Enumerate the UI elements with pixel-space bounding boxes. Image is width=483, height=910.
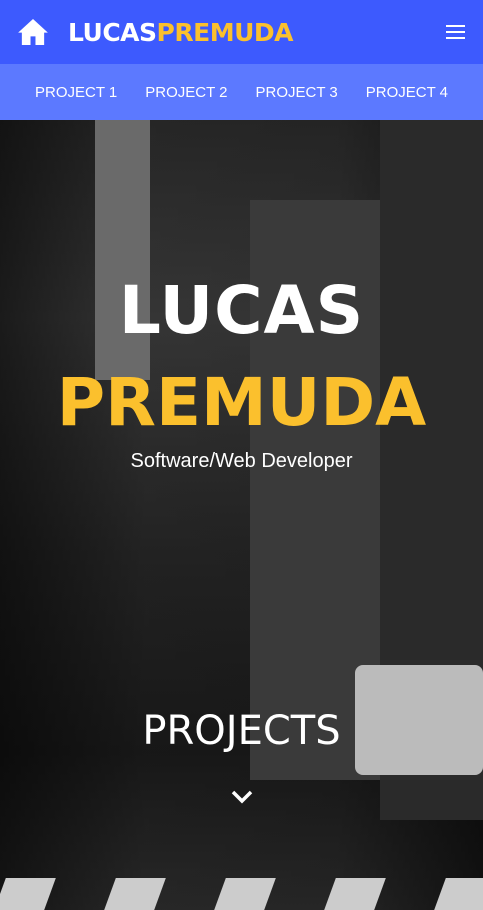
top-bar: LUCASPREMUDA bbox=[0, 0, 483, 64]
project-nav: PROJECT 1 PROJECT 2 PROJECT 3 PROJECT 4 bbox=[0, 64, 483, 120]
hero-first-name: LUCAS bbox=[118, 272, 365, 349]
brand-second: PREMUDA bbox=[156, 17, 294, 47]
hero-section: LUCAS PREMUDA Software/Web Developer PRO… bbox=[0, 120, 483, 910]
projects-heading[interactable]: PROJECTS bbox=[0, 708, 483, 754]
nav-project-1[interactable]: PROJECT 1 bbox=[35, 84, 117, 101]
home-icon[interactable] bbox=[18, 19, 48, 45]
chevron-down-icon[interactable] bbox=[230, 785, 254, 809]
brand-first: LUCAS bbox=[68, 17, 157, 47]
nav-project-4[interactable]: PROJECT 4 bbox=[366, 84, 448, 101]
hamburger-menu-icon[interactable] bbox=[446, 25, 465, 39]
hero-role: Software/Web Developer bbox=[130, 450, 353, 472]
nav-project-3[interactable]: PROJECT 3 bbox=[256, 84, 338, 101]
hero-last-name: PREMUDA bbox=[56, 364, 427, 441]
nav-project-2[interactable]: PROJECT 2 bbox=[145, 84, 227, 101]
brand-logo[interactable]: LUCASPREMUDA bbox=[68, 18, 293, 47]
